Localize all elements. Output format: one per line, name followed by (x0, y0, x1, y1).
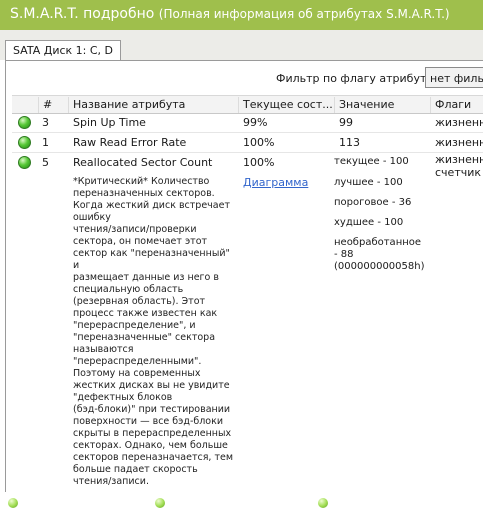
column-header-status[interactable] (12, 97, 38, 113)
description-line: чтения/записи/проверки (73, 224, 197, 235)
description-line: сектора, он помечает этот (73, 236, 208, 247)
description-line: (резервная область). Этот (73, 296, 206, 307)
description-line: переназначенных секторов. (73, 188, 215, 199)
filter-label: Фильтр по флагу атрибута: (276, 72, 437, 85)
value-raw-hex: (000000000058h) (334, 261, 425, 272)
attribute-name: Raw Read Error Rate (73, 136, 187, 149)
description-line: "дефектных блоков (73, 392, 173, 403)
description-line: размещает данные из него в (73, 272, 219, 283)
window-title-bar: S.M.A.R.T. подробно (Полная информация о… (0, 0, 483, 30)
status-ok-icon (18, 116, 31, 129)
table-row[interactable]: 3 Spin Up Time 99% 99 жизненно-... (12, 113, 483, 133)
description-line: "перераспределение", и (73, 320, 196, 331)
tab-strip: SATA Диск 1: C, D (0, 30, 483, 61)
attribute-flags-line-1: жизненно- (435, 153, 483, 166)
attribute-id: 1 (42, 136, 49, 149)
attribute-flags: жизненно-... (435, 136, 483, 149)
column-header-current[interactable]: Текущее сост... (238, 97, 334, 113)
window-subtitle: (Полная информация об атрибутах S.M.A.R.… (158, 7, 450, 21)
table-header: # Название атрибута Текущее сост... Знач… (12, 95, 483, 114)
status-ok-icon (18, 136, 31, 149)
attribute-id: 5 (42, 156, 49, 169)
value-raw-number: - 88 (334, 249, 354, 260)
attribute-value: 99 (339, 116, 353, 129)
status-dot-icon (8, 498, 18, 508)
attribute-current: 100% (243, 136, 275, 149)
attribute-flags: жизненно-... (435, 116, 483, 129)
table-row[interactable]: 1 Raw Read Error Rate 100% 113 жизненно-… (12, 133, 483, 153)
column-header-value[interactable]: Значение (334, 97, 430, 113)
status-dot-icon (318, 498, 328, 508)
description-line: (бэд-блоки)" при тестировании (73, 404, 231, 415)
description-line: ошибку (73, 212, 111, 223)
flag-filter-dropdown[interactable]: нет фильтр (425, 67, 483, 88)
window-title-main: S.M.A.R.T. подробно (10, 6, 155, 22)
value-raw-label: необработанное (334, 237, 422, 248)
attribute-current: 100% (243, 156, 275, 169)
status-ok-icon (18, 156, 31, 169)
attribute-description: *Критический* Количество переназначенных… (73, 176, 233, 488)
description-line: Поэтому на современных (73, 368, 201, 379)
value-threshold: пороговое - 36 (334, 197, 412, 208)
attribute-name: Reallocated Sector Count (73, 156, 213, 169)
description-line: чтения/записи. (73, 476, 149, 487)
diagram-link[interactable]: Диаграмма (243, 176, 308, 189)
smart-panel: Фильтр по флагу атрибута: нет фильтр # Н… (5, 60, 483, 493)
tab-sata-disk-1[interactable]: SATA Диск 1: C, D (5, 40, 122, 61)
description-line: скрыты в перераспределенных (73, 428, 232, 439)
window-title: S.M.A.R.T. подробно (Полная информация о… (10, 6, 450, 22)
description-line: "переназначенные" сектора (73, 332, 216, 343)
description-line: "перераспределенными". (73, 356, 202, 367)
attribute-current: 99% (243, 116, 268, 129)
description-line: *Критический* Количество (73, 176, 210, 187)
value-current: текущее - 100 (334, 156, 409, 167)
column-header-id[interactable]: # (38, 97, 68, 113)
status-dot-icon (155, 498, 165, 508)
attribute-id: 3 (42, 116, 49, 129)
description-line: секторах. Однако, чем больше (73, 440, 228, 451)
description-line: процесс также известен как (73, 308, 218, 319)
value-best: лучшее - 100 (334, 177, 403, 188)
description-line: поверхности — все бэд-блоки (73, 416, 224, 427)
description-line: специальную область (73, 284, 184, 295)
attribute-name: Spin Up Time (73, 116, 146, 129)
description-line: Когда жесткий диск встречает (73, 200, 230, 211)
description-line: больше падает скорость (73, 464, 198, 475)
description-line: жестких дисках вы не увидите (73, 380, 230, 391)
value-worst: худшее - 100 (334, 217, 404, 228)
column-header-flags[interactable]: Флаги (430, 97, 483, 113)
description-line: секторов переназначается, тем (73, 452, 233, 463)
attribute-value: 113 (339, 136, 360, 149)
status-footer (0, 492, 483, 508)
attribute-flags-line-2: счетчик с... (435, 166, 483, 179)
attributes-table: # Название атрибута Текущее сост... Знач… (12, 95, 483, 493)
table-row-expanded[interactable]: 5 Reallocated Sector Count 100% Диаграмм… (12, 153, 483, 487)
description-line: сектор как "переназначенный" и (73, 248, 230, 271)
description-line: называются (73, 344, 134, 355)
column-header-name[interactable]: Название атрибута (68, 97, 238, 113)
